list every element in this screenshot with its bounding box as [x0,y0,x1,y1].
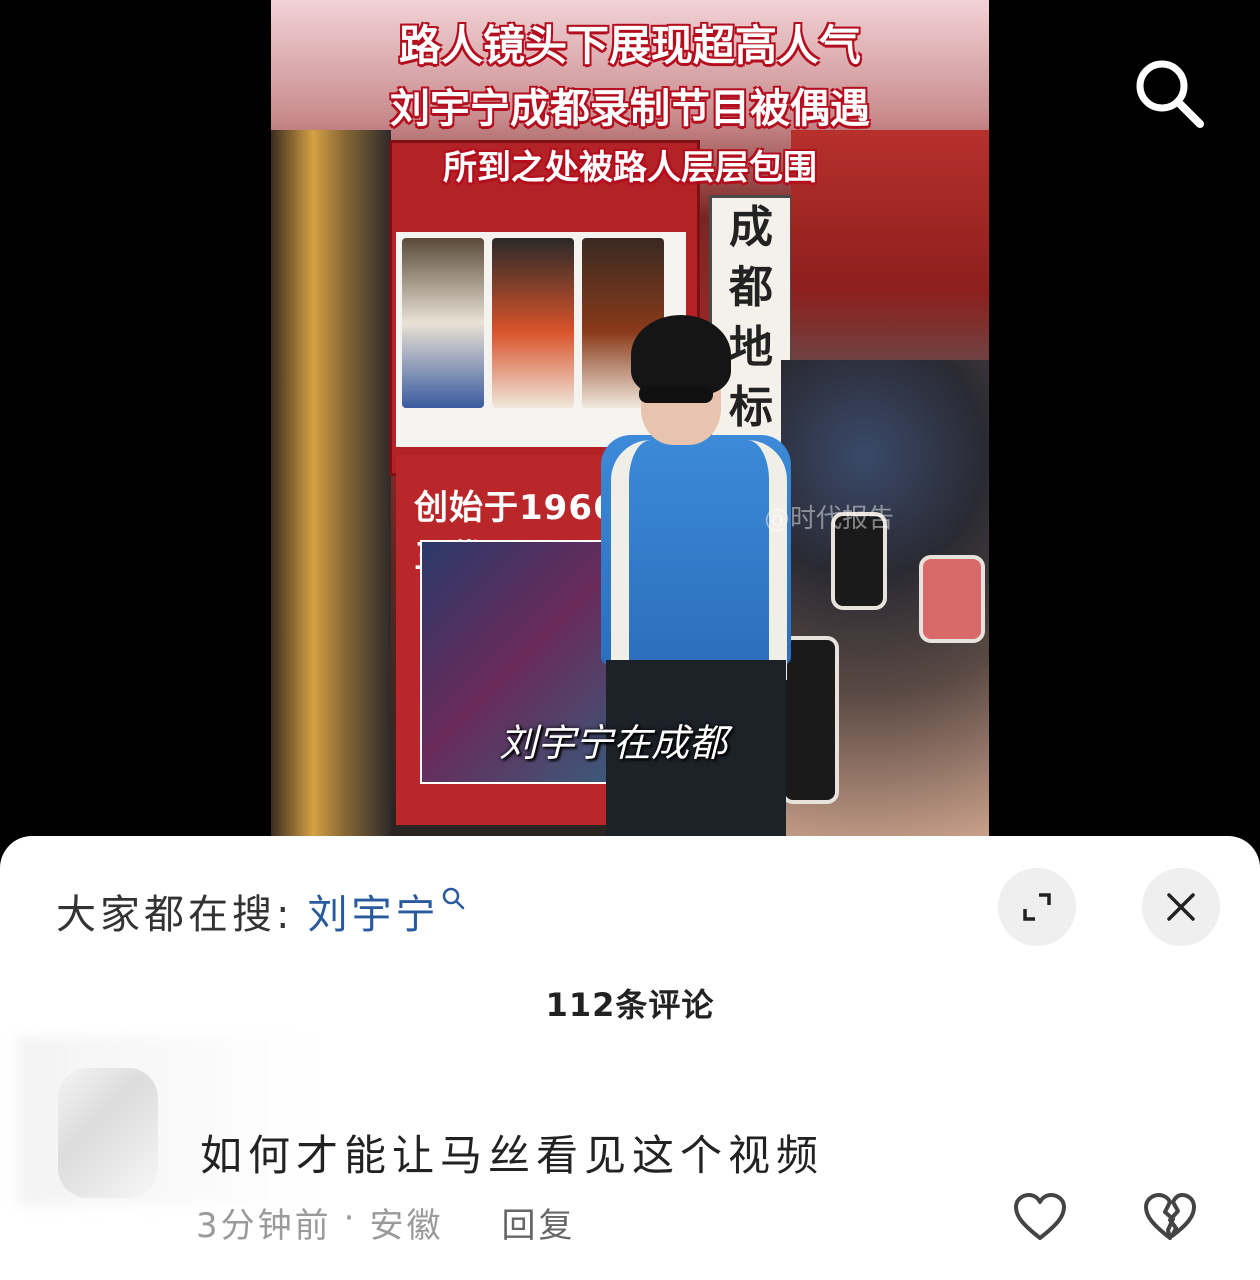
video-title-line: 所到之处被路人层层包围 [443,148,817,188]
sunglasses [639,385,713,403]
comment-location: 安徽 [369,1206,444,1246]
trending-label: 大家都在搜: [56,892,294,938]
close-icon [1167,893,1195,921]
comment-text: 如何才能让马丝看见这个视频 [200,1131,825,1180]
video-title-line: 路人镜头下展现超高人气 [398,21,861,70]
video-frame[interactable]: 创始于1966年 三代 成 都 地 标 路人镜头下展现超高人气 刘宇宁成都录制节… [271,0,989,836]
like-button[interactable] [1012,1192,1068,1242]
comment-meta: 3分钟前 · 安徽 回复 [196,1198,575,1247]
search-icon [1136,60,1204,128]
comment-count: 112条评论 [545,986,715,1024]
comment-sheet: 大家都在搜: 刘宇宁 112条评论 如何才能让马丝看见这个视频 3分钟前 · 安… [0,836,1260,1280]
search-button[interactable] [1128,52,1212,136]
dish-photo [492,238,574,408]
heart-icon [1014,1193,1066,1240]
hair [631,315,731,395]
search-icon [443,887,465,910]
avatar[interactable] [58,1068,158,1198]
dislike-button[interactable] [1142,1192,1198,1242]
phone-in-hand [919,555,985,643]
video-subtitle: 刘宇宁在成都 [499,721,728,765]
shop-door [271,130,391,836]
white-sweater [611,440,787,680]
video-watermark: @时代报告 [764,504,895,534]
expand-icon [1023,893,1051,921]
sign-char: 成 [729,202,773,253]
sign-char: 都 [729,262,773,313]
close-button[interactable] [1142,868,1220,946]
video-player[interactable]: 创始于1966年 三代 成 都 地 标 路人镜头下展现超高人气 刘宇宁成都录制节… [0,0,1260,836]
meta-separator: · [343,1198,358,1238]
video-title-line: 刘宇宁成都录制节目被偶遇 [390,86,870,132]
reply-button[interactable]: 回复 [501,1198,575,1247]
trending-keyword-link[interactable]: 刘宇宁 [307,882,439,940]
comment-time: 3分钟前 [196,1206,332,1246]
expand-button[interactable] [998,868,1076,946]
trending-search: 大家都在搜: 刘宇宁 [56,882,467,940]
broken-heart-icon [1144,1193,1196,1240]
dish-photo [402,238,484,408]
